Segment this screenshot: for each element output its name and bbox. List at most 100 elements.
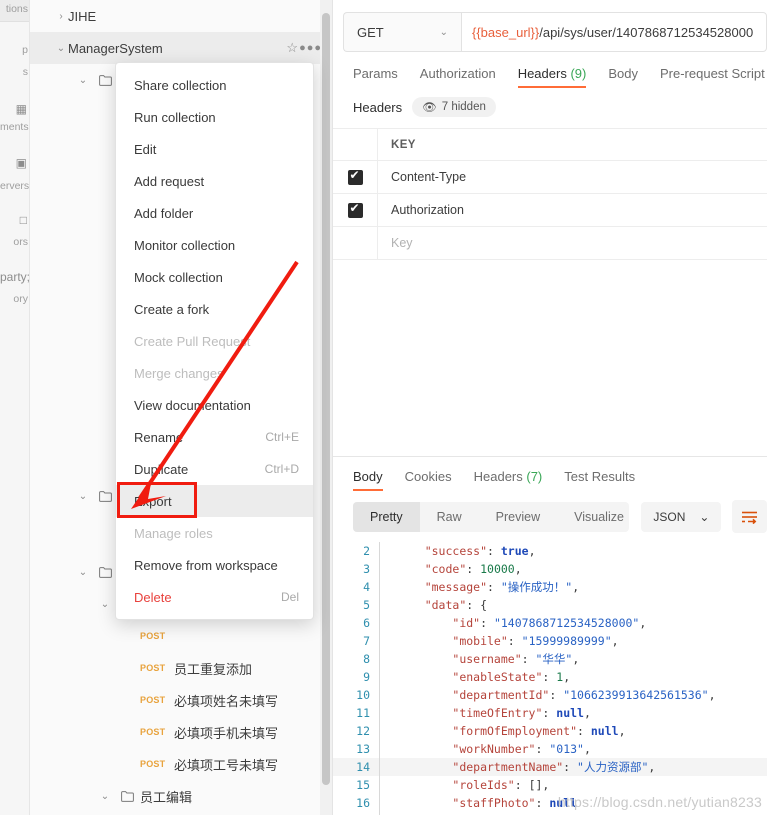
- response-format-pretty[interactable]: Pretty: [353, 501, 420, 532]
- tree-request-row[interactable]: POST 必填项手机未填写: [30, 716, 332, 748]
- header-key-cell[interactable]: Key: [378, 236, 413, 250]
- header-enabled-checkbox[interactable]: [333, 193, 378, 227]
- context-menu-item-mock-collection[interactable]: Mock collection: [116, 261, 313, 293]
- response-tab-label: Headers: [473, 469, 523, 484]
- code-key: "workNumber": [452, 742, 536, 756]
- header-key-cell[interactable]: Authorization: [378, 203, 464, 217]
- hidden-headers-pill[interactable]: 👁 7 hidden: [412, 97, 496, 117]
- code-key: "message": [424, 580, 488, 594]
- context-menu-item-export[interactable]: Export: [116, 485, 313, 517]
- response-format-preview[interactable]: Preview: [479, 502, 557, 532]
- http-method-select[interactable]: GET ⌄: [343, 12, 461, 52]
- request-tab-body[interactable]: Body: [608, 66, 638, 88]
- context-menu-item-delete[interactable]: Delete Del: [116, 581, 313, 613]
- url-variable: {{base_url}}: [472, 24, 540, 40]
- context-menu-item-label: Share collection: [134, 77, 227, 93]
- rail-item-5-label[interactable]: ory: [0, 293, 29, 305]
- request-tab-params[interactable]: Params: [353, 66, 398, 88]
- context-menu-item-add-request[interactable]: Add request: [116, 165, 313, 197]
- code-line: 3 "code": 10000,: [333, 560, 767, 578]
- chevron-down-icon[interactable]: ⌄: [96, 599, 114, 610]
- chevron-down-icon[interactable]: ⌄: [52, 43, 70, 54]
- request-tab-authorization[interactable]: Authorization: [420, 66, 496, 88]
- response-tab-cookies[interactable]: Cookies: [405, 469, 452, 491]
- context-menu-item-label: Create a fork: [134, 301, 210, 317]
- context-menu-item-label: Delete: [134, 589, 172, 605]
- collection-row-managersystem[interactable]: ⌄ ManagerSystem ☆ ●●●: [30, 32, 332, 64]
- code-line-text: "departmentName": "人力资源部",: [452, 760, 656, 774]
- context-menu-item-create-a-fork[interactable]: Create a fork: [116, 293, 313, 325]
- tree-request-row[interactable]: POST 员工重复添加: [30, 652, 332, 684]
- context-menu-item-rename[interactable]: Rename Ctrl+E: [116, 421, 313, 453]
- collection-row-jihe[interactable]: › JIHE: [30, 0, 332, 32]
- context-menu-item-run-collection[interactable]: Run collection: [116, 101, 313, 133]
- response-format-visualize[interactable]: Visualize: [557, 502, 629, 532]
- code-key: "timeOfEntry": [452, 706, 543, 720]
- header-row[interactable]: Key: [333, 226, 767, 260]
- code-line-number: 13: [356, 742, 370, 756]
- tree-request-row[interactable]: POST 必填项姓名未填写: [30, 684, 332, 716]
- chevron-down-icon[interactable]: ⌄: [74, 491, 92, 502]
- rail-item-0-label[interactable]: p: [0, 44, 29, 56]
- response-tab-test-results[interactable]: Test Results: [564, 469, 635, 491]
- code-value: "人力资源部": [577, 760, 649, 774]
- context-menu-item-edit[interactable]: Edit: [116, 133, 313, 165]
- sidebar-scrollbar-track[interactable]: [320, 0, 332, 815]
- response-body-code[interactable]: 2 "success": true, 3 "code": 10000, 4 "mes…: [333, 542, 767, 815]
- code-line-number: 2: [363, 544, 370, 558]
- code-key: "staffPhoto": [452, 796, 536, 810]
- context-menu-item-add-folder[interactable]: Add folder: [116, 197, 313, 229]
- chevron-right-icon[interactable]: ›: [52, 11, 70, 22]
- code-line-number: 6: [363, 616, 370, 630]
- header-row[interactable]: Authorization: [333, 193, 767, 227]
- mock-servers-icon: ▣: [15, 156, 27, 170]
- context-menu-item-view-documentation[interactable]: View documentation: [116, 389, 313, 421]
- rail-item-1-label[interactable]: s: [0, 66, 29, 78]
- request-tabs: Params Authorization Headers (9) Body Pre-re…: [333, 52, 767, 88]
- code-key: "mobile": [452, 634, 508, 648]
- rail-tab-collections-label[interactable]: tions: [0, 3, 29, 15]
- rail-item-3-label[interactable]: ervers: [0, 180, 29, 192]
- header-row[interactable]: Content-Type: [333, 160, 767, 194]
- tree-request-row[interactable]: POST: [30, 620, 332, 652]
- code-value: []: [528, 778, 543, 792]
- response-tab-headers[interactable]: Headers (7): [474, 469, 543, 491]
- code-line-number: 8: [363, 652, 370, 666]
- context-menu-item-share-collection[interactable]: Share collection: [116, 69, 313, 101]
- tree-request-label: 必填项姓名未填写: [174, 694, 279, 710]
- star-icon[interactable]: ☆: [286, 40, 298, 56]
- header-enabled-checkbox[interactable]: [333, 226, 378, 260]
- wrap-lines-icon[interactable]: [732, 500, 767, 533]
- monitors-icon: □: [19, 213, 27, 227]
- code-line-text: "code": 10000,: [424, 562, 522, 576]
- tree-request-row[interactable]: POST 必填项工号未填写: [30, 748, 332, 780]
- chevron-down-icon[interactable]: ⌄: [74, 567, 92, 578]
- header-enabled-checkbox[interactable]: [333, 160, 378, 194]
- context-menu-item-duplicate[interactable]: Duplicate Ctrl+D: [116, 453, 313, 485]
- url-input[interactable]: {{base_url}}/api/sys/user/14078687125345…: [461, 12, 767, 52]
- code-fold-gutter: [379, 542, 391, 560]
- code-fold-gutter: [379, 776, 391, 794]
- rail-item-4-label[interactable]: ors: [0, 236, 29, 248]
- environments-icon: ▦: [15, 102, 27, 116]
- code-line: 9 "enableState": 1,: [333, 668, 767, 686]
- request-tab-headers[interactable]: Headers (9): [517, 66, 586, 88]
- chevron-down-icon[interactable]: ⌄: [96, 791, 114, 802]
- response-tab-body[interactable]: Body: [353, 469, 383, 491]
- context-menu-item-monitor-collection[interactable]: Monitor collection: [116, 229, 313, 261]
- headers-table-header-row: KEY: [333, 128, 767, 161]
- context-menu-item-remove-from-workspace[interactable]: Remove from workspace: [116, 549, 313, 581]
- request-tab-pre-request-script[interactable]: Pre-request Script: [660, 66, 765, 88]
- code-value: null: [590, 724, 619, 738]
- header-key-cell[interactable]: Content-Type: [378, 170, 466, 184]
- tree-folder-row[interactable]: ⌄ 员工编辑: [30, 780, 332, 812]
- rail-item-2-label[interactable]: ments: [0, 121, 29, 133]
- code-line-number: 10: [356, 688, 370, 702]
- sidebar-scrollbar-thumb[interactable]: [322, 13, 330, 785]
- chevron-down-icon[interactable]: ⌄: [74, 75, 92, 86]
- more-dots-icon[interactable]: ●●●: [299, 42, 322, 54]
- response-tab-count: (7): [526, 469, 543, 484]
- headers-subheader: Headers 👁 7 hidden: [333, 88, 767, 117]
- response-language-select[interactable]: JSON ⌄: [641, 501, 722, 532]
- response-format-raw[interactable]: Raw: [420, 502, 479, 532]
